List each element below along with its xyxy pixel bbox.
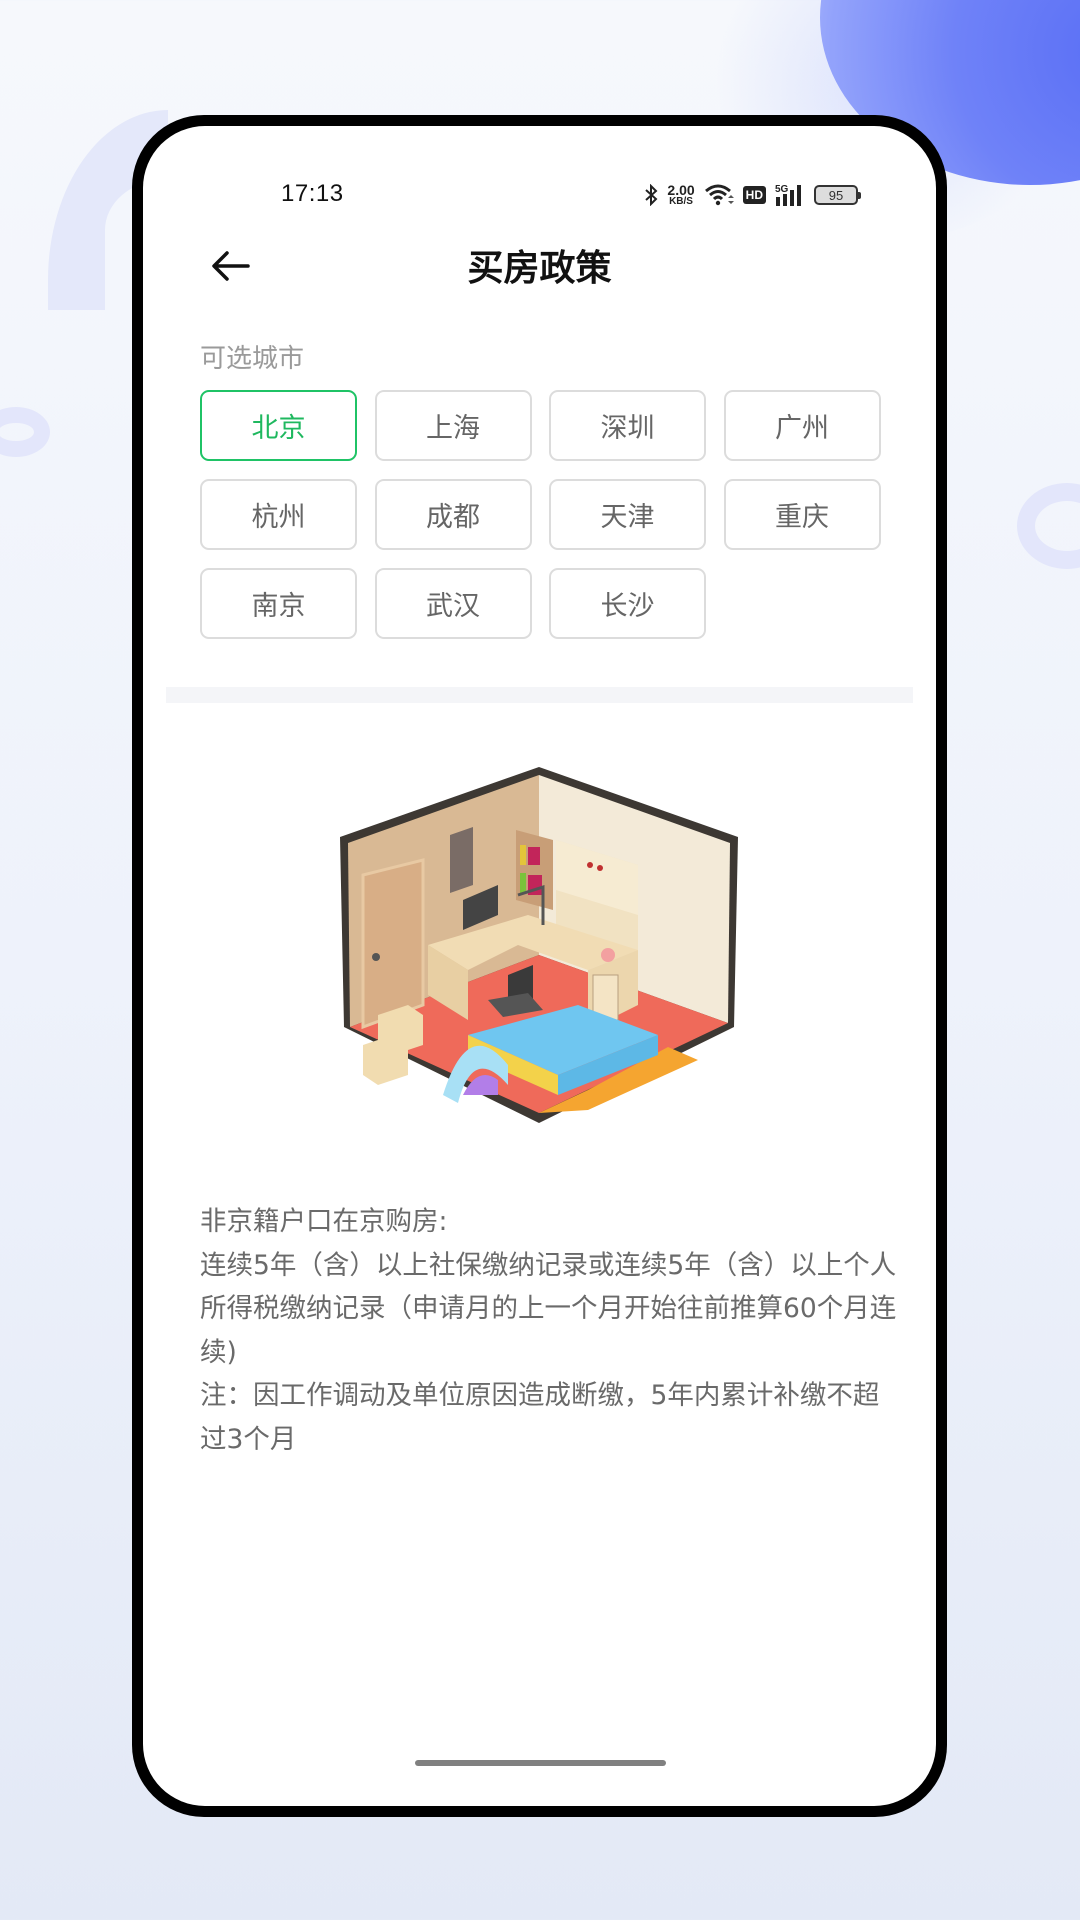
policy-description: 非京籍户口在京购房: 连续5年（含）以上社保缴纳记录或连续5年（含）以上个人所得… [200, 1200, 900, 1462]
isometric-bedroom-illustration [338, 765, 740, 1123]
storage-box [363, 1035, 408, 1085]
network-speed-value: 2.00 [667, 182, 695, 198]
city-section-label: 可选城市 [200, 344, 305, 374]
section-divider [166, 687, 913, 703]
status-icons: 2.00 KB/S HD 5G 95 [644, 180, 861, 210]
city-chip-shenzhen[interactable]: 深圳 [549, 390, 706, 461]
battery-icon: 95 [814, 185, 861, 205]
city-chip-chongqing[interactable]: 重庆 [723, 479, 881, 550]
city-chip-chengdu[interactable]: 成都 [374, 479, 532, 550]
policy-note: 注：因工作调动及单位原因造成断缴，5年内累计补缴不超过3个月 [200, 1380, 880, 1455]
bluetooth-icon [644, 184, 658, 206]
network-speed-unit: KB/S [669, 196, 693, 207]
battery-level: 95 [828, 187, 844, 203]
city-chip-nanjing[interactable]: 南京 [200, 568, 357, 639]
piggy-bank [601, 948, 615, 962]
phone-frame: 17:13 2.00 KB/S HD 5G 95 买房政策 可选城市 北京 上海… [132, 115, 947, 1817]
phone-screen: 17:13 2.00 KB/S HD 5G 95 买房政策 可选城市 北京 上海… [143, 126, 936, 1806]
city-chip-beijing[interactable]: 北京 [200, 390, 357, 461]
city-chip-tianjin[interactable]: 天津 [549, 479, 706, 550]
background-ring-right [1017, 483, 1080, 569]
wifi-icon [704, 184, 734, 206]
network-type-label: 5G [775, 184, 789, 195]
background-ring-left [0, 407, 50, 457]
policy-heading: 非京籍户口在京购房: [200, 1206, 448, 1237]
door [361, 858, 425, 1030]
bookshelf [516, 830, 553, 910]
page-title: 买房政策 [467, 248, 612, 289]
city-chip-hangzhou[interactable]: 杭州 [200, 479, 357, 550]
city-chip-guangzhou[interactable]: 广州 [723, 390, 881, 461]
policy-requirement: 连续5年（含）以上社保缴纳记录或连续5年（含）以上个人所得税缴纳记录（申请月的上… [200, 1249, 897, 1368]
signal-5g-icon: 5G [775, 183, 805, 207]
city-chip-changsha[interactable]: 长沙 [549, 568, 706, 639]
city-chip-grid: 北京 上海 深圳 广州 杭州 成都 天津 重庆 南京 武汉 长沙 [200, 390, 900, 639]
city-chip-shanghai[interactable]: 上海 [374, 390, 532, 461]
home-indicator[interactable] [415, 1760, 666, 1766]
status-time: 17:13 [281, 180, 344, 207]
city-chip-wuhan[interactable]: 武汉 [374, 568, 532, 639]
hd-icon: HD [742, 186, 766, 204]
wall-board [450, 827, 473, 893]
network-speed: 2.00 KB/S [667, 183, 694, 207]
